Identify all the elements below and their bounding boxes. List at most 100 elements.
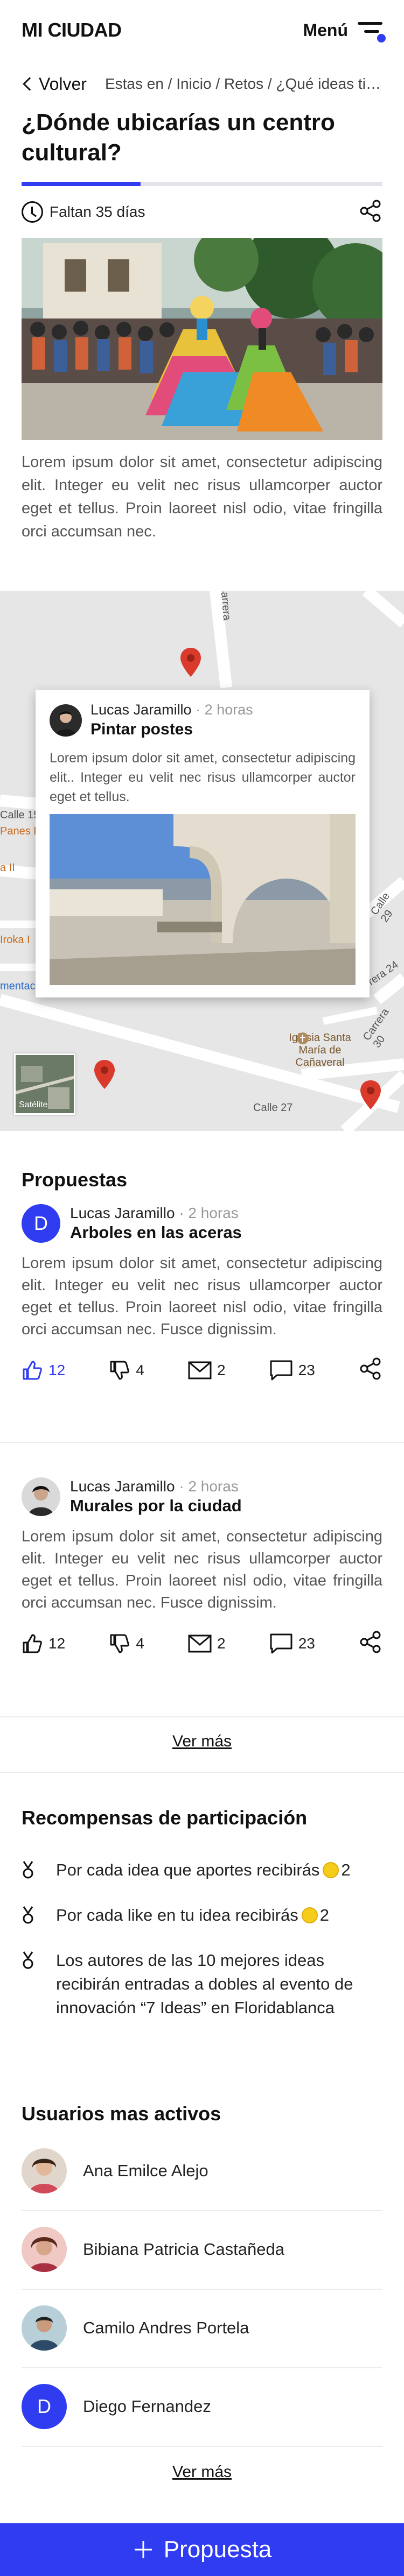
back-button[interactable]: Volver bbox=[22, 74, 87, 94]
proposal-time: · 2 horas bbox=[179, 1478, 239, 1495]
active-user-item[interactable]: Ana Emilce Alejo bbox=[22, 2147, 382, 2195]
like-button[interactable]: 12 bbox=[22, 1633, 65, 1654]
user-name: Camilo Andres Portela bbox=[83, 2318, 249, 2337]
mail-icon bbox=[188, 1361, 212, 1379]
map-place-label: Panes F bbox=[0, 825, 40, 837]
reward-text: Por cada idea que aportes recibirás bbox=[56, 1860, 320, 1879]
breadcrumb-path[interactable]: Estas en / Inicio / Retos / ¿Qué ideas t… bbox=[105, 75, 382, 93]
divider bbox=[0, 1772, 404, 1773]
proposal-body: Lorem ipsum dolor sit amet, consectetur … bbox=[22, 1528, 382, 1611]
rewards-section-title: Recompensas de participación bbox=[22, 1807, 308, 1829]
comment-button[interactable]: 23 bbox=[269, 1360, 315, 1381]
divider bbox=[22, 2210, 382, 2211]
new-proposal-button[interactable]: Propuesta bbox=[0, 2523, 404, 2576]
user-name: Ana Emilce Alejo bbox=[83, 2161, 208, 2180]
message-button[interactable]: 2 bbox=[188, 1634, 226, 1653]
like-count: 12 bbox=[48, 1361, 66, 1378]
proposal-author: Lucas Jaramillo bbox=[70, 1478, 175, 1495]
medal-icon bbox=[22, 1903, 34, 1927]
comment-button[interactable]: 23 bbox=[269, 1633, 315, 1654]
dislike-button[interactable]: 4 bbox=[109, 1633, 144, 1654]
ideas-map[interactable]: Carrera Calle 15 Panes F a II Iroka I me… bbox=[0, 591, 404, 1131]
comment-count: 23 bbox=[298, 1361, 315, 1378]
users-see-more-link[interactable]: Ver más bbox=[0, 2463, 404, 2481]
like-button[interactable]: 12 bbox=[22, 1360, 65, 1381]
deadline-text: Faltan 35 días bbox=[50, 203, 145, 220]
plus-icon bbox=[134, 2541, 152, 2558]
message-button[interactable]: 2 bbox=[188, 1361, 226, 1380]
popup-time: · 2 horas bbox=[196, 702, 253, 718]
popup-title[interactable]: Pintar postes bbox=[90, 720, 253, 739]
map-street-label: Calle 15 bbox=[0, 809, 40, 821]
proposal-actions: 12 4 2 23 bbox=[22, 1630, 382, 1657]
proposal-card[interactable]: Lucas Jaramillo · 2 horas Murales por la… bbox=[22, 1477, 382, 1657]
reward-points: 2 bbox=[319, 1906, 329, 1924]
divider bbox=[22, 2367, 382, 2368]
proposal-author: Lucas Jaramillo bbox=[70, 1205, 175, 1221]
reward-text: Por cada like en tu idea recibirás bbox=[56, 1906, 298, 1924]
notification-dot bbox=[377, 34, 386, 43]
coin-icon bbox=[323, 1862, 339, 1878]
map-popup-card[interactable]: Lucas Jaramillo · 2 horas Pintar postes … bbox=[36, 690, 370, 997]
map-pin-icon[interactable] bbox=[179, 647, 203, 678]
coin-icon bbox=[301, 1907, 318, 1923]
dislike-button[interactable]: 4 bbox=[109, 1360, 144, 1381]
church-icon bbox=[296, 1032, 309, 1048]
new-proposal-label: Propuesta bbox=[163, 2536, 272, 2563]
clock-icon bbox=[22, 201, 43, 223]
message-count: 2 bbox=[217, 1634, 226, 1652]
proposal-time: · 2 horas bbox=[179, 1205, 239, 1221]
medal-icon bbox=[22, 1858, 34, 1882]
map-street-label: Carrera bbox=[218, 591, 233, 621]
active-user-item[interactable]: Bibiana Patricia Castañeda bbox=[22, 2225, 382, 2274]
active-users-section-title: Usuarios mas activos bbox=[22, 2103, 221, 2125]
map-place-label: Iroka I bbox=[0, 934, 30, 946]
satellite-toggle[interactable]: Satélite bbox=[14, 1053, 75, 1115]
deadline: Faltan 35 días bbox=[22, 201, 145, 223]
message-count: 2 bbox=[217, 1361, 226, 1378]
breadcrumb: Volver Estas en / Inicio / Retos / ¿Qué … bbox=[22, 73, 382, 95]
proposal-title[interactable]: Arboles en las aceras bbox=[70, 1223, 242, 1242]
reward-item: Por cada idea que aportes recibirás 2 bbox=[22, 1858, 382, 1882]
app-logo[interactable]: MI CIUDAD bbox=[22, 19, 122, 41]
thumbs-down-icon bbox=[110, 1634, 130, 1653]
satellite-label: Satélite bbox=[19, 1100, 48, 1109]
share-icon[interactable] bbox=[359, 199, 382, 225]
avatar bbox=[50, 704, 82, 737]
challenge-progress-bar bbox=[22, 182, 382, 186]
progress-fill bbox=[22, 182, 141, 186]
reward-text: Los autores de las 10 mejores ideas reci… bbox=[56, 1951, 353, 2017]
app-header: MI CIUDAD Menú bbox=[0, 0, 404, 60]
hamburger-icon bbox=[358, 21, 386, 43]
reward-item: Los autores de las 10 mejores ideas reci… bbox=[22, 1949, 382, 2020]
proposals-section-title: Propuestas bbox=[22, 1169, 128, 1191]
page-title: ¿Dónde ubicarías un centro cultural? bbox=[22, 109, 335, 166]
menu-button[interactable]: Menú bbox=[303, 20, 386, 43]
active-user-item[interactable]: Camilo Andres Portela bbox=[22, 2304, 382, 2352]
divider bbox=[22, 2446, 382, 2447]
share-icon[interactable] bbox=[359, 1630, 382, 1657]
proposal-body: Lorem ipsum dolor sit amet, consectetur … bbox=[22, 1255, 382, 1338]
proposals-see-more-link[interactable]: Ver más bbox=[0, 1732, 404, 1751]
avatar: D bbox=[22, 1204, 60, 1243]
thumbs-up-icon bbox=[23, 1634, 42, 1653]
divider bbox=[0, 1716, 404, 1717]
active-user-item[interactable]: D Diego Fernandez bbox=[22, 2382, 382, 2431]
thumbs-down-icon bbox=[110, 1361, 130, 1379]
proposal-title[interactable]: Murales por la ciudad bbox=[70, 1496, 242, 1516]
divider bbox=[0, 1442, 404, 1443]
chevron-left-icon bbox=[23, 77, 37, 91]
user-name: Diego Fernandez bbox=[83, 2397, 211, 2416]
map-pin-icon[interactable] bbox=[359, 1079, 382, 1110]
map-place-label: mentaci bbox=[0, 980, 38, 992]
proposal-card[interactable]: D Lucas Jaramillo · 2 horas Arboles en l… bbox=[22, 1204, 382, 1383]
avatar bbox=[22, 1477, 60, 1516]
avatar bbox=[22, 2227, 67, 2272]
share-icon[interactable] bbox=[359, 1357, 382, 1383]
like-count: 12 bbox=[48, 1634, 66, 1652]
avatar bbox=[22, 2305, 67, 2351]
comment-icon bbox=[270, 1633, 292, 1653]
map-pin-icon[interactable] bbox=[93, 1059, 116, 1090]
popup-author: Lucas Jaramillo bbox=[90, 702, 192, 718]
comment-count: 23 bbox=[298, 1634, 315, 1652]
